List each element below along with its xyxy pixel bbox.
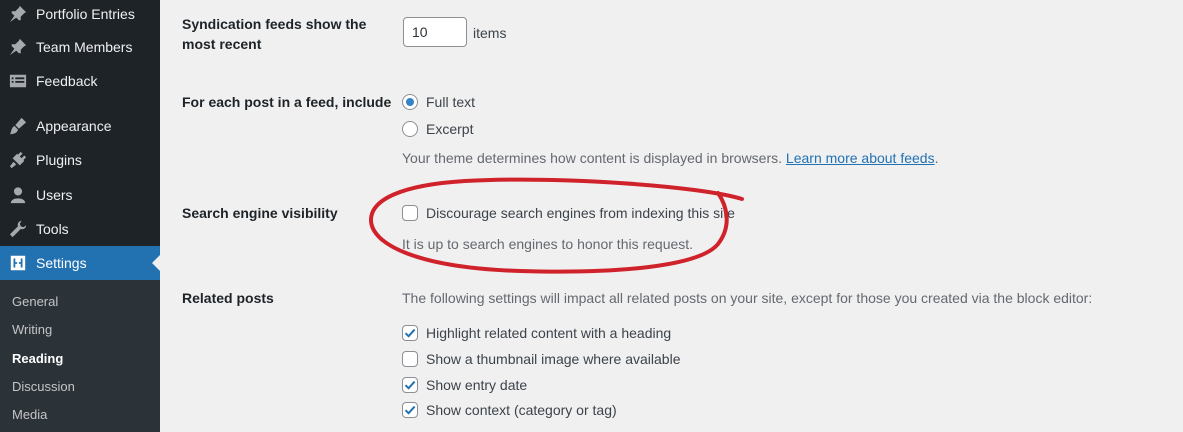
admin-sidebar: Portfolio Entries Team Members Feedback … (0, 0, 160, 432)
checkmark-icon (404, 405, 416, 415)
menu-item-users[interactable]: Users (0, 178, 160, 212)
submenu-item-general[interactable]: General (12, 294, 58, 309)
menu-item-feedback[interactable]: Feedback (0, 64, 160, 98)
menu-label: Users (36, 187, 73, 203)
menu-label: Appearance (36, 118, 112, 134)
feedback-icon (8, 71, 28, 91)
brush-icon (8, 116, 28, 136)
related-posts-label: Related posts (182, 290, 274, 306)
feed-description-text: Your theme determines how content is dis… (402, 150, 783, 166)
highlight-heading-label[interactable]: Highlight related content with a heading (426, 323, 671, 343)
show-entry-date-label[interactable]: Show entry date (426, 375, 527, 395)
menu-item-plugins[interactable]: Plugins (0, 143, 160, 177)
plugin-icon (8, 150, 28, 170)
search-visibility-description: It is up to search engines to honor this… (402, 236, 694, 252)
wrench-icon (8, 219, 28, 239)
reading-settings-form: Syndication feeds show the most recent i… (160, 0, 1183, 432)
submenu-item-writing[interactable]: Writing (12, 322, 52, 337)
menu-item-team-members[interactable]: Team Members (0, 30, 160, 64)
syndication-items-suffix: items (473, 25, 507, 41)
feed-content-label: For each post in a feed, include (182, 94, 392, 110)
checkmark-icon (404, 328, 416, 338)
menu-label: Portfolio Entries (36, 6, 135, 22)
syndication-feeds-input[interactable] (403, 17, 467, 47)
feed-description-period: . (934, 150, 939, 166)
menu-label: Team Members (36, 39, 133, 55)
menu-label: Tools (36, 221, 69, 237)
show-context-label[interactable]: Show context (category or tag) (426, 400, 617, 420)
submenu-item-reading[interactable]: Reading (12, 351, 63, 366)
excerpt-radio[interactable] (402, 121, 418, 137)
pin-icon (8, 37, 28, 57)
highlight-heading-checkbox[interactable] (402, 325, 418, 341)
menu-label: Settings (36, 255, 87, 271)
menu-label: Feedback (36, 73, 98, 89)
show-thumbnail-checkbox[interactable] (402, 351, 418, 367)
full-text-radio[interactable] (402, 94, 418, 110)
discourage-search-label[interactable]: Discourage search engines from indexing … (426, 203, 735, 223)
menu-item-appearance[interactable]: Appearance (0, 109, 160, 143)
menu-item-portfolio-entries[interactable]: Portfolio Entries (0, 0, 160, 31)
settings-icon (8, 253, 28, 273)
submenu-item-media[interactable]: Media (12, 407, 47, 422)
checkmark-icon (404, 380, 416, 390)
submenu-item-discussion[interactable]: Discussion (12, 379, 75, 394)
search-visibility-label: Search engine visibility (182, 205, 338, 221)
feed-description: Your theme determines how content is dis… (402, 148, 938, 168)
user-icon (8, 185, 28, 205)
show-thumbnail-label[interactable]: Show a thumbnail image where available (426, 349, 680, 369)
discourage-search-checkbox[interactable] (402, 205, 418, 221)
pin-icon (8, 4, 28, 24)
full-text-label[interactable]: Full text (426, 92, 475, 112)
menu-item-tools[interactable]: Tools (0, 212, 160, 246)
syndication-feeds-label: Syndication feeds show the most recent (182, 16, 367, 52)
learn-more-feeds-link[interactable]: Learn more about feeds (786, 150, 935, 166)
menu-item-settings[interactable]: Settings (0, 246, 160, 280)
menu-label: Plugins (36, 152, 82, 168)
related-posts-intro: The following settings will impact all r… (402, 290, 1093, 306)
excerpt-label[interactable]: Excerpt (426, 119, 473, 139)
show-entry-date-checkbox[interactable] (402, 377, 418, 393)
settings-submenu: General Writing Reading Discussion Media (0, 280, 160, 432)
show-context-checkbox[interactable] (402, 402, 418, 418)
